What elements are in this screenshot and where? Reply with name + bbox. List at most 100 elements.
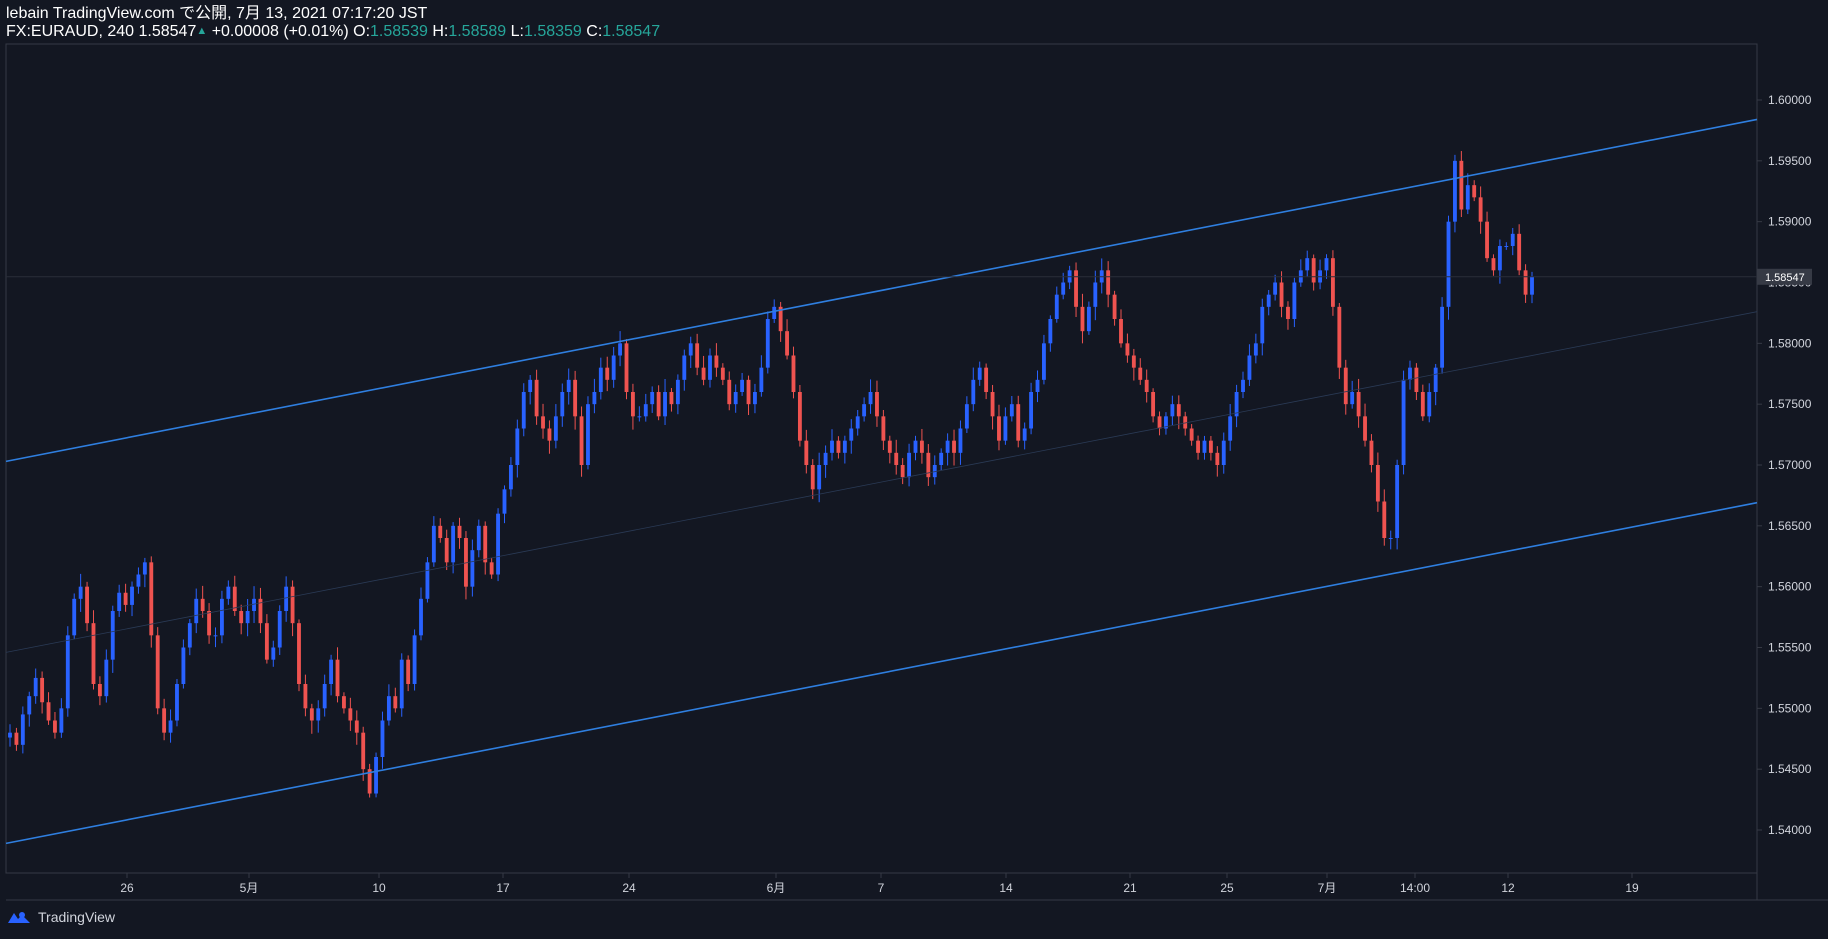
candle-body — [836, 440, 841, 453]
candle-body — [1433, 367, 1438, 392]
candle-body — [1388, 538, 1393, 539]
candle-body — [444, 538, 449, 563]
candle-body — [553, 416, 558, 441]
time-tick-label: 12 — [1501, 881, 1515, 895]
candle-body — [1440, 306, 1445, 368]
candle-body — [875, 392, 879, 417]
candle-body — [1510, 233, 1515, 246]
candle-body — [1125, 343, 1130, 356]
candle-body — [720, 367, 725, 380]
candle-body — [1215, 452, 1220, 465]
candle-body — [682, 355, 687, 380]
candle-body — [1427, 392, 1432, 417]
footer-brand[interactable]: TradingView — [6, 909, 115, 925]
candle-body — [1003, 416, 1008, 441]
candle-body — [650, 392, 655, 405]
candle-body — [284, 586, 289, 611]
parallel-channel[interactable] — [5, 118, 1758, 845]
candle-body — [611, 355, 616, 380]
price-tick-label: 1.57500 — [1768, 397, 1812, 411]
candle-body — [1491, 258, 1496, 271]
candle-body — [952, 440, 956, 453]
candle-body — [605, 367, 610, 380]
candle-body — [104, 659, 109, 697]
candle-body — [1382, 501, 1387, 538]
time-axis[interactable]: 26 5月 10 17 24 6月 7 14 21 25 7月 14:00 12 19 — [120, 873, 1639, 895]
candle-body — [868, 392, 873, 405]
candle-body — [675, 379, 680, 405]
candle-body — [1189, 428, 1194, 441]
candle-body — [1119, 319, 1123, 344]
channel-lower-line[interactable] — [5, 501, 1758, 845]
candle-body — [1022, 428, 1027, 441]
candle-body — [1350, 392, 1355, 405]
time-tick-label: 10 — [372, 881, 386, 895]
candle-body — [1080, 306, 1085, 332]
time-tick-label: 5月 — [240, 881, 259, 895]
candle-body — [1356, 392, 1361, 417]
candle-body — [406, 659, 411, 684]
candle-body — [823, 452, 828, 465]
candle-body — [1337, 306, 1342, 368]
time-tick-label: 7月 — [1318, 881, 1337, 895]
candle-body — [1138, 367, 1143, 380]
candle-body — [913, 440, 918, 453]
candle-body — [425, 562, 430, 599]
candle-body — [252, 598, 256, 611]
candle-body — [939, 452, 944, 465]
candle-body — [1465, 185, 1470, 210]
price-tick-label: 1.54000 — [1768, 823, 1812, 837]
candle-body — [175, 684, 179, 721]
candle-body — [1369, 440, 1374, 465]
candle-body — [669, 392, 674, 405]
candle-body — [489, 562, 494, 575]
candle-body — [40, 677, 45, 703]
candle-body — [945, 440, 950, 453]
candle-body — [1035, 379, 1040, 392]
candle-body — [765, 319, 770, 368]
candle-body — [810, 465, 815, 490]
candle-body — [1247, 355, 1252, 380]
channel-mid-line[interactable] — [5, 311, 1758, 653]
candle-body — [842, 440, 847, 453]
candle-body — [740, 379, 745, 392]
candle-body — [168, 720, 173, 733]
candle-body — [1305, 258, 1310, 271]
candle-body — [1414, 367, 1419, 392]
candle-body — [688, 343, 693, 356]
price-tick-label: 1.58000 — [1768, 336, 1812, 350]
price-chart[interactable]: 1.600001.595001.590001.585001.580001.575… — [0, 0, 1828, 939]
candle-body — [1497, 246, 1502, 271]
candle-body — [849, 428, 854, 441]
price-axis[interactable]: 1.600001.595001.590001.585001.580001.575… — [1757, 93, 1812, 837]
candle-body — [470, 550, 475, 587]
candle-body — [1472, 185, 1477, 198]
candle-body — [502, 489, 507, 514]
candle-body — [59, 708, 64, 733]
candle-body — [348, 708, 353, 721]
candle-body — [804, 440, 809, 465]
candle-body — [277, 611, 282, 648]
candle-body — [1395, 465, 1400, 538]
candle-body — [579, 416, 584, 465]
price-tick-label: 1.59500 — [1768, 154, 1812, 168]
candle-body — [1048, 319, 1053, 344]
candle-body — [759, 367, 764, 392]
candle-body — [361, 732, 366, 770]
candle-body — [1530, 276, 1534, 295]
time-tick-label: 26 — [120, 881, 134, 895]
channel-upper-line[interactable] — [5, 118, 1758, 463]
candle-body — [386, 696, 391, 721]
price-tick-label: 1.55000 — [1768, 701, 1812, 715]
candle-body — [534, 379, 539, 417]
candles — [8, 151, 1534, 798]
candle-body — [1016, 404, 1021, 441]
candle-body — [1202, 440, 1207, 453]
candle-body — [508, 465, 513, 490]
candle-body — [329, 659, 334, 684]
candle-body — [521, 392, 526, 429]
candle-body — [187, 623, 192, 648]
price-tick-label: 1.56000 — [1768, 580, 1812, 594]
candle-body — [1324, 258, 1329, 271]
candle-body — [290, 586, 295, 624]
